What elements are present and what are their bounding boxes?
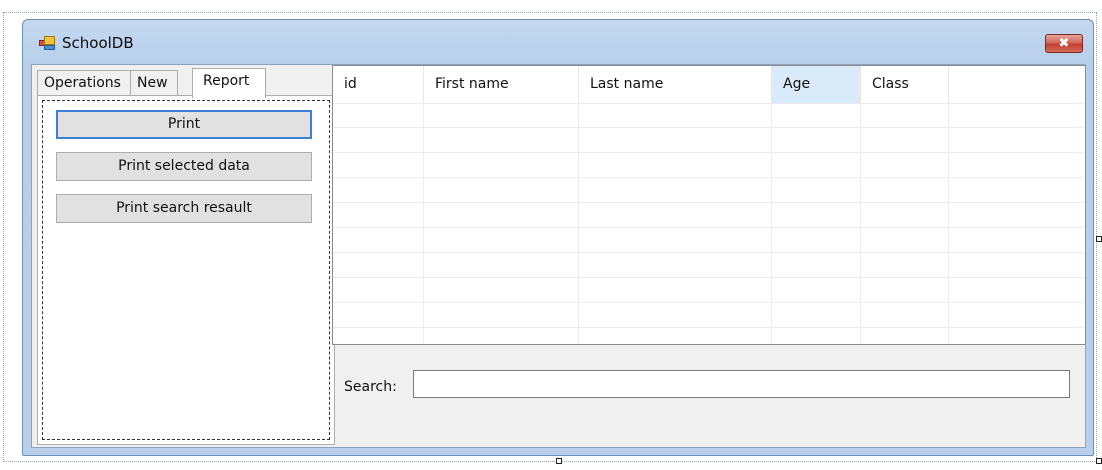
column-header-age[interactable]: Age — [772, 66, 861, 103]
schooldb-window: SchoolDB ✖ Operations New Report Print P… — [22, 19, 1094, 456]
resize-handle-bottom-right[interactable] — [1096, 458, 1102, 464]
grid-row-line — [333, 227, 1085, 228]
students-data-grid[interactable]: id First name Last name Age Class — [332, 65, 1086, 345]
report-panel: Print Print selected data Print search r… — [42, 100, 330, 440]
grid-row-line — [333, 103, 1085, 104]
close-button[interactable]: ✖ — [1045, 34, 1083, 53]
grid-row-line — [333, 127, 1085, 128]
grid-body — [333, 103, 1085, 344]
window-title: SchoolDB — [62, 34, 134, 52]
tab-operations[interactable]: Operations — [37, 70, 131, 96]
resize-handle-bottom[interactable] — [556, 458, 562, 464]
tab-strip: Operations New Report — [37, 68, 327, 98]
grid-row-line — [333, 152, 1085, 153]
resize-handle-right[interactable] — [1096, 236, 1102, 242]
print-search-result-button[interactable]: Print search resault — [56, 194, 312, 223]
tab-new[interactable]: New — [130, 70, 178, 96]
form-icon — [39, 36, 55, 50]
tab-report[interactable]: Report — [192, 68, 266, 98]
grid-row-line — [333, 202, 1085, 203]
search-label: Search: — [344, 379, 397, 395]
grid-column-line — [423, 103, 424, 344]
print-button[interactable]: Print — [56, 110, 312, 139]
grid-column-line — [578, 103, 579, 344]
title-bar[interactable]: SchoolDB ✖ — [23, 20, 1093, 64]
grid-row-line — [333, 252, 1085, 253]
grid-header: id First name Last name Age Class — [333, 66, 1085, 103]
grid-row-line — [333, 302, 1085, 303]
grid-row-line — [333, 327, 1085, 328]
column-header-last-name[interactable]: Last name — [579, 66, 772, 103]
grid-column-line — [771, 103, 772, 344]
grid-column-line — [948, 103, 949, 344]
column-header-first-name[interactable]: First name — [424, 66, 579, 103]
search-input[interactable] — [413, 370, 1070, 398]
grid-row-line — [333, 177, 1085, 178]
print-selected-data-button[interactable]: Print selected data — [56, 152, 312, 181]
grid-column-line — [860, 103, 861, 344]
report-tab-page: Print Print selected data Print search r… — [37, 95, 335, 445]
grid-row-line — [333, 277, 1085, 278]
form-client-area: Operations New Report Print Print select… — [31, 64, 1086, 448]
column-header-id[interactable]: id — [333, 66, 424, 103]
column-header-class[interactable]: Class — [861, 66, 949, 103]
